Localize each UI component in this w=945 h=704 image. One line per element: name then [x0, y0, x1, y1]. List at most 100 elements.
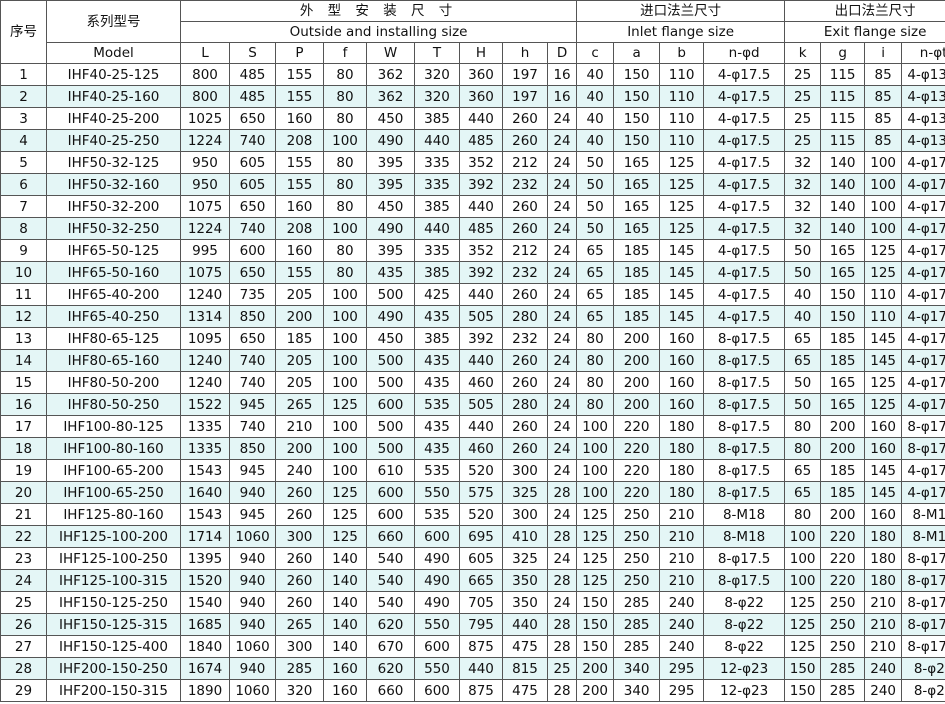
column-header: D: [546, 42, 578, 64]
row-number-cell: 15: [0, 371, 47, 394]
table-cell: 4-φ13.5: [901, 85, 945, 108]
table-cell: 435: [414, 371, 460, 394]
model-header-cn: 系列型号: [46, 0, 181, 43]
table-cell: 16: [546, 63, 578, 86]
table-cell: 4-φ17.5: [901, 283, 945, 306]
table-cell: 410: [502, 525, 548, 548]
table-cell: 150: [613, 107, 661, 130]
table-cell: 145: [659, 239, 705, 262]
table-cell: 12-φ23: [703, 657, 786, 680]
table-cell: 220: [820, 547, 866, 570]
table-row: 22 IHF125-100-200 1714 1060 300 125 660 600 695 4…: [0, 525, 945, 548]
table-cell: 115: [820, 129, 866, 152]
table-cell: 205: [275, 283, 324, 306]
table-cell: 145: [864, 481, 903, 504]
table-cell: 4-φ17.5: [703, 107, 786, 130]
table-cell: 65: [576, 239, 615, 262]
table-cell: 100: [864, 151, 903, 174]
table-cell: 100: [323, 459, 367, 482]
table-cell: 85: [864, 63, 903, 86]
table-cell: 140: [323, 635, 367, 658]
table-cell: 110: [659, 63, 705, 86]
table-row: 27 IHF150-125-400 1840 1060 300 140 670 600 875 4…: [0, 635, 945, 658]
table-cell: 40: [576, 63, 615, 86]
table-cell: 540: [366, 569, 415, 592]
table-cell: 160: [659, 371, 705, 394]
table-cell: 395: [366, 239, 415, 262]
table-cell: 125: [659, 217, 705, 240]
row-number-cell: 11: [0, 283, 47, 306]
row-number-cell: 20: [0, 481, 47, 504]
table-cell: 8-φ17.5: [703, 437, 786, 460]
table-cell: 940: [229, 547, 276, 570]
table-cell: 500: [366, 349, 415, 372]
table-cell: 100: [323, 305, 367, 328]
table-cell: 24: [546, 239, 578, 262]
table-cell: 490: [414, 591, 460, 614]
table-cell: 210: [659, 525, 705, 548]
model-cell: IHF125-80-160: [46, 503, 181, 526]
table-cell: 40: [784, 305, 822, 328]
table-cell: 155: [275, 63, 324, 86]
table-cell: 100: [784, 547, 822, 570]
table-cell: 4-φ17.5: [703, 239, 786, 262]
table-cell: 50: [784, 239, 822, 262]
table-cell: 115: [820, 107, 866, 130]
table-cell: 940: [229, 613, 276, 636]
table-cell: 440: [459, 195, 503, 218]
outside-size-header-en: Outside and installing size: [179, 21, 578, 43]
table-cell: 150: [613, 129, 661, 152]
table-cell: 285: [613, 635, 661, 658]
table-cell: 500: [366, 371, 415, 394]
table-cell: 8-φ17.5: [703, 349, 786, 372]
table-cell: 8-φ17.5: [901, 547, 945, 570]
table-cell: 210: [864, 591, 903, 614]
table-cell: 1075: [180, 261, 230, 284]
table-cell: 150: [784, 657, 822, 680]
table-cell: 140: [820, 151, 866, 174]
table-cell: 110: [864, 283, 903, 306]
table-cell: 435: [414, 349, 460, 372]
table-cell: 1240: [180, 349, 230, 372]
table-cell: 250: [820, 635, 866, 658]
table-cell: 140: [323, 569, 367, 592]
table-cell: 4-φ17.5: [901, 393, 945, 416]
table-cell: 140: [820, 217, 866, 240]
table-cell: 125: [659, 151, 705, 174]
model-cell: IHF125-100-200: [46, 525, 181, 548]
column-header: L: [180, 42, 230, 64]
model-cell: IHF125-100-315: [46, 569, 181, 592]
table-cell: 735: [229, 283, 276, 306]
row-number-cell: 4: [0, 129, 47, 152]
table-cell: 1060: [229, 679, 276, 702]
table-cell: 435: [414, 305, 460, 328]
model-header-en: Model: [46, 42, 181, 64]
row-number-cell: 29: [0, 679, 47, 702]
table-cell: 505: [459, 393, 503, 416]
table-cell: 1060: [229, 635, 276, 658]
model-cell: IHF150-125-400: [46, 635, 181, 658]
table-cell: 80: [323, 239, 367, 262]
table-cell: 100: [323, 217, 367, 240]
table-cell: 610: [366, 459, 415, 482]
table-cell: 80: [784, 415, 822, 438]
table-cell: 340: [613, 657, 661, 680]
table-cell: 80: [576, 371, 615, 394]
table-cell: 8-φ22: [901, 657, 945, 680]
table-cell: 1674: [180, 657, 230, 680]
inlet-flange-header-cn: 进口法兰尺寸: [576, 0, 786, 22]
table-cell: 385: [414, 327, 460, 350]
table-cell: 210: [275, 415, 324, 438]
table-cell: 180: [659, 459, 705, 482]
row-number-cell: 1: [0, 63, 47, 86]
table-cell: 1240: [180, 371, 230, 394]
model-cell: IHF65-40-250: [46, 305, 181, 328]
outside-size-header-cn: 外 型 安 装 尺 寸: [179, 0, 578, 22]
table-cell: 100: [323, 437, 367, 460]
table-cell: 50: [576, 173, 615, 196]
column-header: n-φd: [703, 42, 786, 64]
table-cell: 125: [576, 569, 615, 592]
table-cell: 4-φ17.5: [703, 173, 786, 196]
table-cell: 600: [366, 481, 415, 504]
table-cell: 180: [659, 415, 705, 438]
